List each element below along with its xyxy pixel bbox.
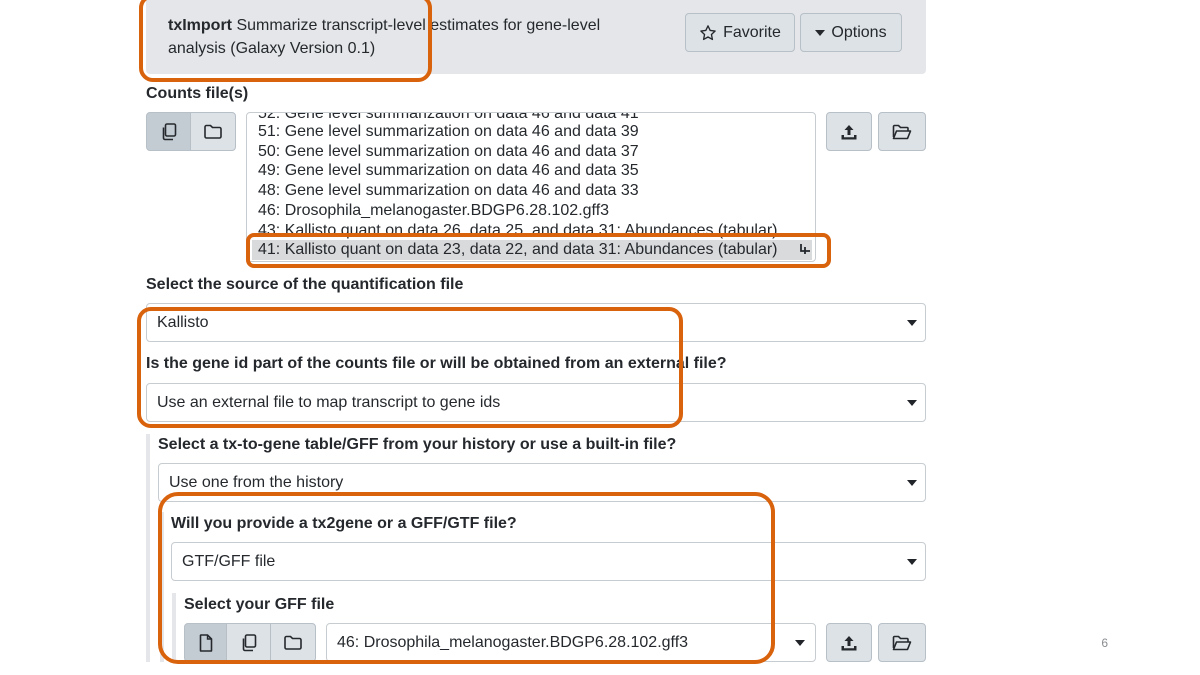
favorite-label: Favorite xyxy=(723,23,781,41)
list-item[interactable]: 49: Gene level summarization on data 46 … xyxy=(258,161,639,181)
gene-id-value: Use an external file to map transcript t… xyxy=(157,393,501,411)
folder-open-icon xyxy=(892,124,912,139)
list-item[interactable]: 48: Gene level summarization on data 46 … xyxy=(258,181,639,201)
tx2gene-source-select[interactable]: Use one from the history xyxy=(158,463,926,502)
slide-page-number: 6 xyxy=(1101,636,1108,650)
gff-file-select[interactable]: 46: Drosophila_melanogaster.BDGP6.28.102… xyxy=(326,623,816,662)
tx2gene-source-label: Select a tx-to-gene table/GFF from your … xyxy=(158,436,677,453)
multiple-datasets-button[interactable] xyxy=(226,623,271,662)
gff-mode-toggle xyxy=(184,623,316,662)
list-item[interactable]: 50: Gene level summarization on data 46 … xyxy=(258,142,639,162)
favorite-button[interactable]: Favorite xyxy=(685,13,795,52)
quant-source-select[interactable]: Kallisto xyxy=(146,303,926,342)
tool-description: Summarize transcript-level estimates for… xyxy=(168,17,601,57)
browse-button[interactable] xyxy=(878,623,926,662)
gene-id-select[interactable]: Use an external file to map transcript t… xyxy=(146,383,926,422)
collection-button[interactable] xyxy=(190,112,236,151)
single-dataset-button[interactable] xyxy=(184,623,227,662)
folder-icon xyxy=(204,124,222,139)
caret-down-icon xyxy=(815,29,826,36)
selected-item-label: 41: Kallisto quant on data 23, data 22, … xyxy=(258,241,778,258)
chevron-down-icon xyxy=(907,399,917,406)
copy-icon xyxy=(242,633,256,651)
list-item[interactable]: 43: Kallisto quant on data 26, data 25, … xyxy=(258,221,778,241)
counts-file-list[interactable]: 52: Gene level summarization on data 46 … xyxy=(246,112,816,262)
list-item[interactable]: 51: Gene level summarization on data 46 … xyxy=(258,122,639,142)
multiple-datasets-button[interactable] xyxy=(146,112,191,151)
quant-source-label: Select the source of the quantification … xyxy=(146,276,464,293)
resize-handle-icon[interactable] xyxy=(799,243,811,255)
gene-id-label: Is the gene id part of the counts file o… xyxy=(146,355,727,372)
star-icon xyxy=(700,24,716,40)
section-indent-bar xyxy=(146,434,150,662)
collection-button[interactable] xyxy=(270,623,316,662)
file-icon xyxy=(199,633,212,652)
list-item-selected[interactable]: 41: Kallisto quant on data 23, data 22, … xyxy=(252,240,812,260)
copy-icon xyxy=(162,122,176,140)
chevron-down-icon xyxy=(907,319,917,326)
chevron-down-icon xyxy=(907,558,917,565)
section-indent-bar xyxy=(160,512,164,662)
counts-mode-toggle xyxy=(146,112,236,151)
upload-icon xyxy=(841,124,857,139)
gff-label: Select your GFF file xyxy=(184,596,335,613)
counts-label: Counts file(s) xyxy=(146,85,249,102)
folder-open-icon xyxy=(892,635,912,650)
section-indent-bar xyxy=(172,593,176,662)
tx2gene-type-label: Will you provide a tx2gene or a GFF/GTF … xyxy=(171,515,517,532)
tx2gene-type-select[interactable]: GTF/GFF file xyxy=(171,542,926,581)
options-button[interactable]: Options xyxy=(800,13,902,52)
chevron-down-icon xyxy=(907,479,917,486)
upload-button[interactable] xyxy=(826,623,872,662)
tx2gene-source-value: Use one from the history xyxy=(169,473,344,491)
upload-button[interactable] xyxy=(826,112,872,151)
options-label: Options xyxy=(831,23,887,41)
tool-title: txImport Summarize transcript-level esti… xyxy=(168,14,648,60)
browse-button[interactable] xyxy=(878,112,926,151)
gff-file-value: 46: Drosophila_melanogaster.BDGP6.28.102… xyxy=(337,633,689,651)
chevron-down-icon xyxy=(795,639,805,646)
tx2gene-type-value: GTF/GFF file xyxy=(182,552,276,570)
folder-icon xyxy=(284,635,302,650)
upload-icon xyxy=(841,635,857,650)
tool-name: txImport xyxy=(168,17,232,34)
quant-source-value: Kallisto xyxy=(157,313,209,331)
list-item[interactable]: 46: Drosophila_melanogaster.BDGP6.28.102… xyxy=(258,201,609,221)
